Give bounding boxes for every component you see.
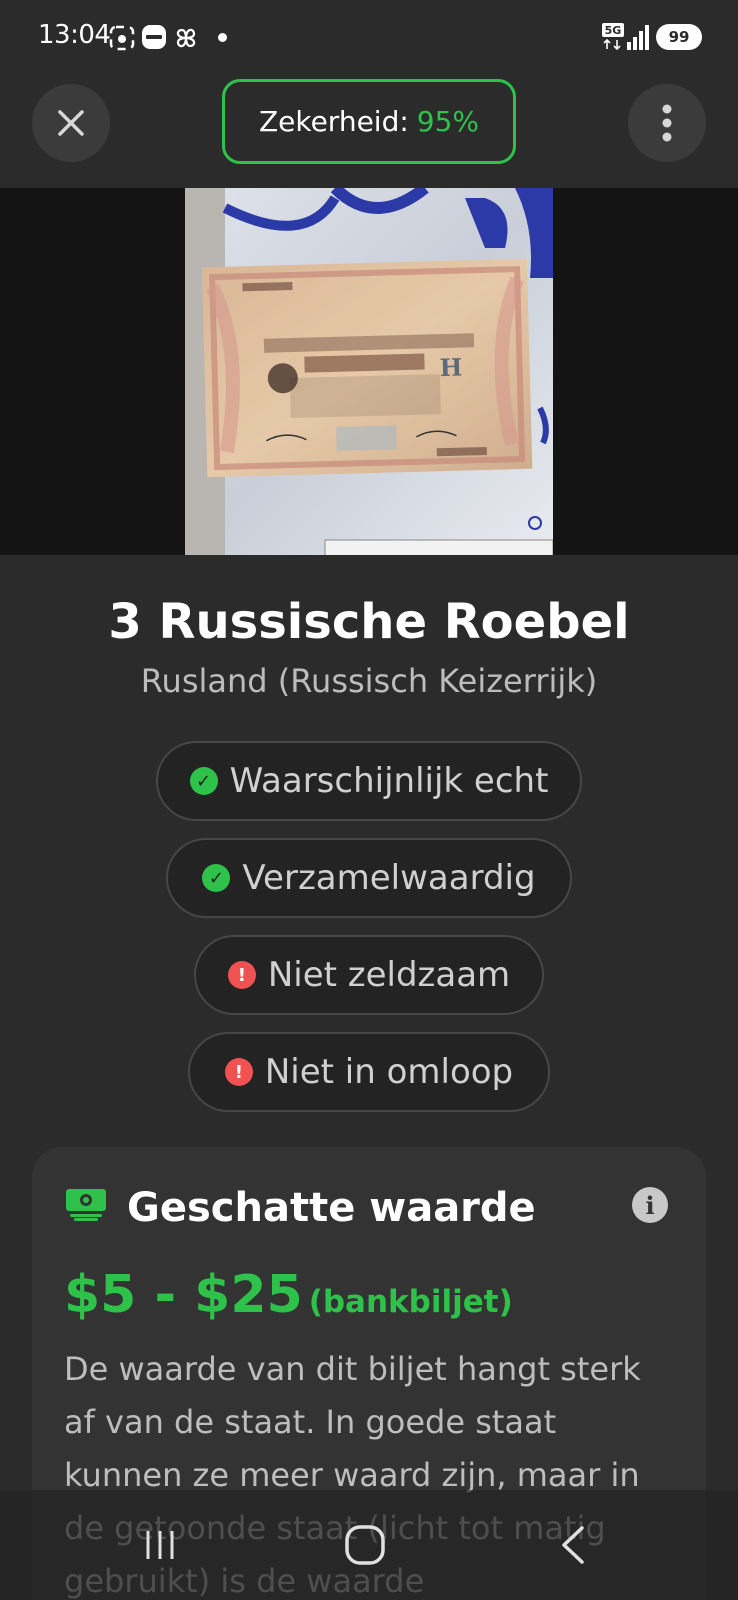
confidence-value: 95% [416,105,480,138]
chip-label: Verzamelwaardig [242,858,536,898]
recent-apps-button[interactable] [100,1490,220,1600]
home-button[interactable] [305,1490,425,1600]
check-circle-icon: ✓ [189,767,218,795]
check-circle-icon: ✓ [202,864,231,892]
price-range: $5 - $25 [64,1265,303,1325]
notification-dot-icon [218,33,227,42]
chip-label: Waarschijnlijk echt [229,761,549,801]
alert-circle-icon: ! [227,961,256,989]
status-bar: 13:04 5G 99 [0,0,738,76]
confidence-badge: Zekerheid: 95% [222,79,516,164]
svg-text:H: H [439,353,462,383]
status-time: 13:04 [38,20,111,50]
chip-label: Niet in omloop [264,1052,514,1092]
item-subtitle: Rusland (Russisch Keizerrijk) [140,662,598,700]
alert-circle-icon: ! [224,1058,253,1086]
header: Zekerheid: 95% [0,76,738,188]
screenshot-icon [109,25,135,51]
battery-indicator: 99 [656,24,702,50]
price-estimate: $5 - $25 (bankbiljet) [64,1265,513,1325]
chip-collectible[interactable]: ✓ Verzamelwaardig [166,838,572,918]
news-icon [142,25,166,49]
chip-label: Niet zeldzaam [267,955,511,995]
banknote-photo[interactable]: H [185,188,553,555]
signal-icon [627,25,649,50]
info-icon[interactable]: i [632,1187,668,1223]
photo-area: H [0,188,738,555]
back-button[interactable] [513,1490,633,1600]
item-title: 3 Russische Roebel [108,594,630,650]
network-label: 5G [605,24,622,37]
recent-apps-icon [146,1531,174,1559]
chip-not-rare[interactable]: ! Niet zeldzaam [194,935,544,1015]
system-navigation-bar [0,1490,738,1600]
confidence-label: Zekerheid: [258,105,409,138]
chip-not-in-circulation[interactable]: ! Niet in omloop [188,1032,550,1112]
network-5g-icon: 5G [602,23,624,51]
card-title: Geschatte waarde [127,1185,536,1231]
more-vertical-icon [662,104,672,142]
price-unit: (bankbiljet) [308,1284,513,1320]
back-icon [562,1526,584,1564]
home-icon [345,1525,385,1565]
chip-authentic[interactable]: ✓ Waarschijnlijk echt [156,741,582,821]
close-button[interactable] [32,84,110,162]
more-options-button[interactable] [628,84,706,162]
close-icon [58,110,84,136]
pinwheel-icon [176,28,196,48]
money-icon [66,1189,106,1221]
